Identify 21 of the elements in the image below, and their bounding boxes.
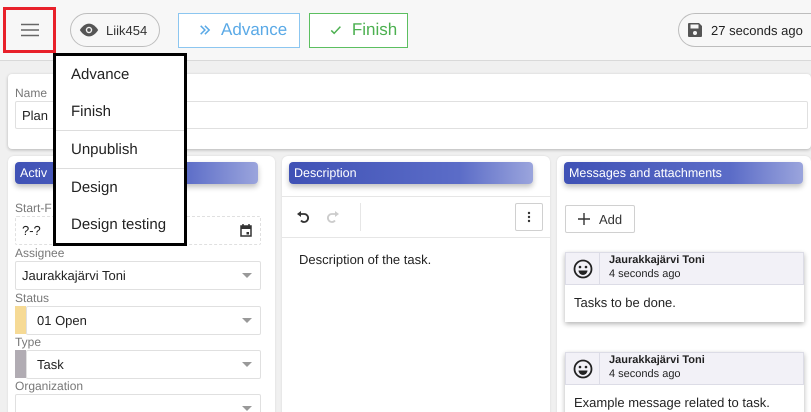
message-author: Jaurakkajärvi Toni	[609, 254, 705, 266]
user-chip-label: Liik454	[106, 22, 148, 38]
field-label: Type	[15, 335, 42, 349]
field-label: Name	[15, 86, 48, 100]
select-value: 01 Open	[37, 313, 87, 328]
field-label: Assignee	[15, 246, 66, 260]
save-status-text: 27 seconds ago	[711, 22, 803, 38]
message-text: Example message related to task.	[573, 394, 771, 412]
panel-title: Description	[289, 162, 533, 184]
field-label: Status	[15, 291, 50, 305]
panel-title: Messages and attachments	[564, 162, 803, 184]
message-time: 4 seconds ago	[609, 368, 682, 380]
description-text: Description of the task.	[298, 251, 432, 269]
message-text: Tasks to be done.	[573, 294, 677, 312]
field-label: Organization	[15, 379, 84, 393]
field-label: Start-F	[15, 201, 53, 215]
date-value: ?-?	[22, 223, 41, 238]
message-time: 4 seconds ago	[609, 268, 682, 280]
message-author: Jaurakkajärvi Toni	[609, 354, 705, 366]
select-value: Jaurakkajärvi Toni	[22, 268, 126, 283]
select-value: Task	[37, 357, 64, 372]
